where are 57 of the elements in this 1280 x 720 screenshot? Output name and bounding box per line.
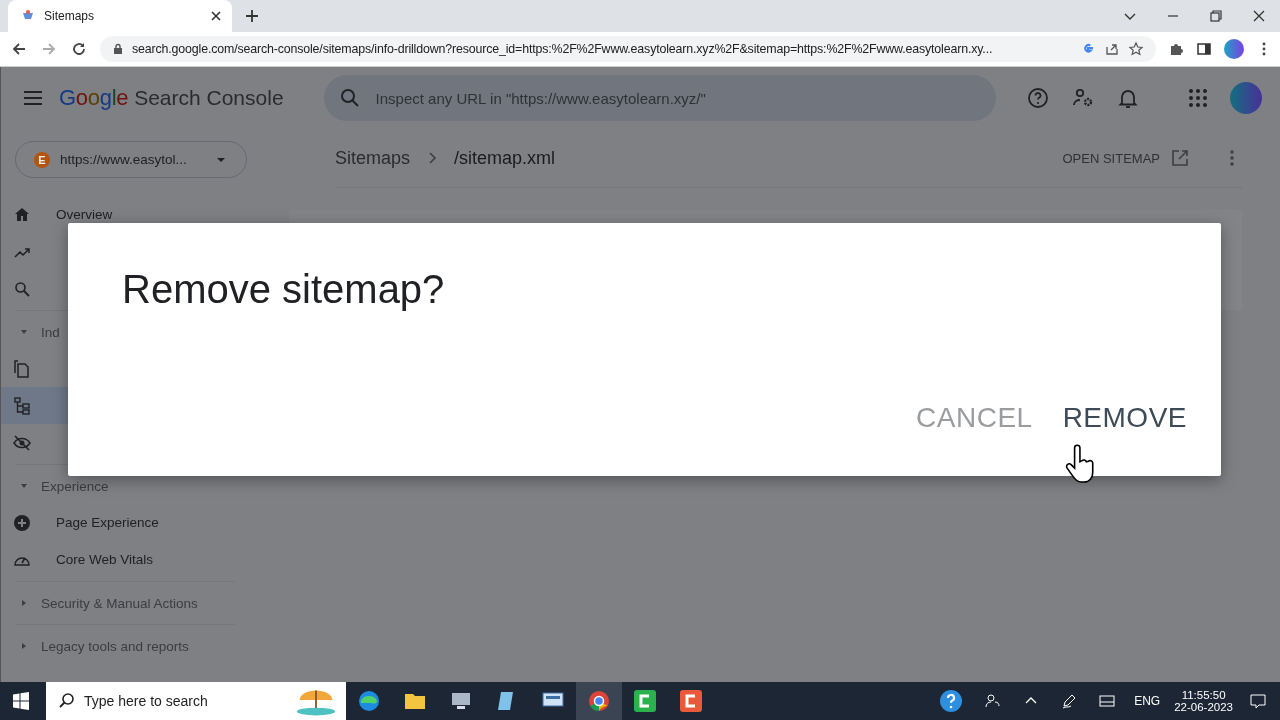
pages-icon[interactable] [13, 359, 31, 378]
nav-item[interactable]: Overview [56, 207, 113, 222]
search-icon[interactable] [13, 279, 31, 298]
plus-circle-icon[interactable] [13, 513, 31, 532]
side-panel-icon[interactable] [1196, 41, 1212, 57]
external-link-icon[interactable] [1170, 148, 1190, 168]
search-field[interactable]: Inspect any URL in "https://www.easytolearn.xyz/" [323, 75, 996, 121]
windows-start-icon[interactable] [12, 692, 30, 710]
nav-item[interactable]: Core Web Vitals [56, 552, 154, 567]
cancel-button[interactable]: CANCEL [916, 400, 1033, 436]
property-badge: E [34, 151, 50, 168]
chrome-taskbar-button[interactable] [576, 682, 622, 720]
notification-icon[interactable] [1250, 693, 1266, 709]
close-icon[interactable] [1251, 8, 1267, 24]
pen-icon[interactable] [1061, 693, 1078, 709]
clock-time[interactable]: 11:55:50 [1181, 689, 1226, 701]
nav-section-label[interactable]: Security & Manual Actions [41, 595, 198, 611]
selected-nav-item[interactable] [1, 387, 69, 424]
nav-section-label[interactable]: Legacy tools and reports [41, 638, 189, 654]
home-icon[interactable] [13, 205, 31, 224]
apps-grid-icon[interactable] [1186, 86, 1210, 110]
help-icon[interactable] [939, 689, 964, 713]
breadcrumb-link[interactable]: Sitemaps [335, 147, 411, 169]
reload-icon[interactable] [70, 40, 88, 58]
open-sitemap-button[interactable]: OPEN SITEMAP [1062, 150, 1160, 166]
dialog-title: Remove sitemap? [122, 267, 446, 312]
nav-section-label[interactable]: Ind [41, 324, 60, 340]
breadcrumb-current: /sitemap.xml [454, 147, 556, 169]
people-icon[interactable] [985, 693, 1002, 709]
profile-avatar-icon[interactable] [1224, 39, 1244, 59]
search-icon [58, 692, 76, 710]
address-bar[interactable]: search.google.com/search-console/sitemaps/info-drilldown?resource_id=https:%2F%2Fwww.easytolearn.xyz%2F&sitemap=https:%2F%2Fwww.easytolearn.xy... [100, 36, 1156, 62]
remove-button[interactable]: REMOVE [1062, 400, 1187, 436]
clock-date[interactable]: 22-06-2023 [1174, 701, 1233, 713]
new-tab-icon[interactable] [244, 8, 260, 24]
browser-tab[interactable]: Sitemaps [8, 0, 232, 32]
star-icon[interactable] [1128, 41, 1144, 57]
google-logo[interactable]: Google [59, 85, 129, 111]
puzzle-icon[interactable] [1168, 41, 1184, 57]
taskbar-search-field[interactable]: Type here to search [46, 682, 346, 720]
keyboard-icon[interactable] [1099, 693, 1116, 709]
sitemap-tree-icon[interactable] [13, 396, 31, 415]
share-icon[interactable] [1104, 41, 1120, 57]
tab-title: Sitemaps [44, 9, 96, 23]
app-icon[interactable] [679, 689, 703, 713]
restore-icon[interactable] [1208, 8, 1224, 24]
nav-section-label[interactable]: Experience [41, 478, 109, 494]
eye-off-icon[interactable] [13, 433, 31, 452]
language-indicator[interactable]: ENG [1134, 694, 1161, 708]
edge-browser-icon[interactable] [357, 689, 381, 713]
chrome-icon [587, 689, 611, 713]
url-text: search.google.com/search-console/sitemaps/info-drilldown?resource_id=https:%2F%2Fwww.easytolearn.xyz%2F&sitemap=https:%2F%2Fwww.easytolearn.xy... [132, 42, 994, 56]
lock-icon [112, 43, 124, 55]
product-name: Search Console [134, 86, 284, 110]
nav-item[interactable]: Page Experience [56, 515, 159, 530]
app-icon[interactable] [633, 689, 657, 713]
account-avatar-icon[interactable] [1230, 82, 1262, 114]
